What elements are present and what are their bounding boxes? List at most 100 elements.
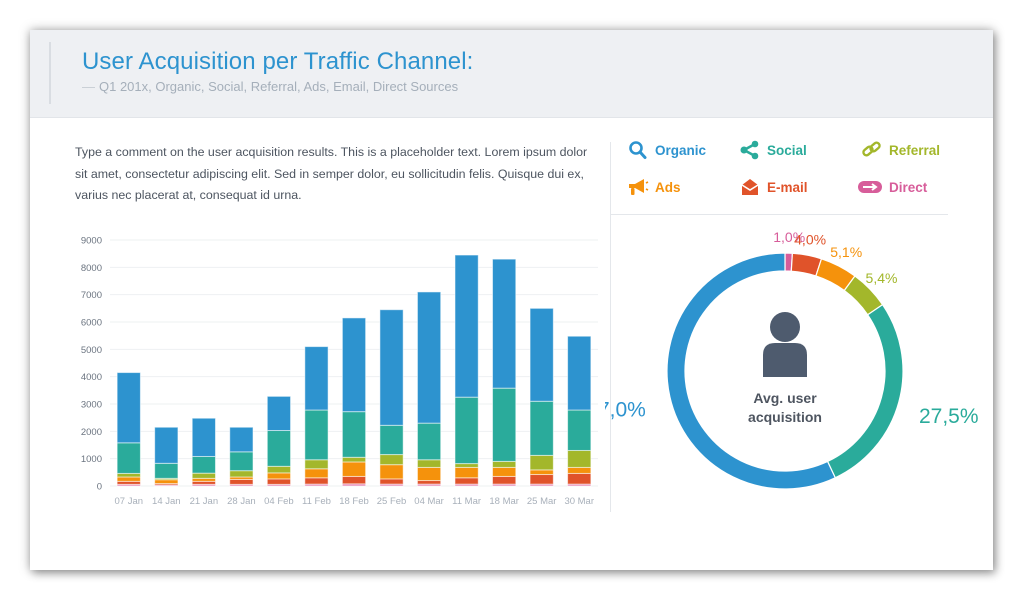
bar-segment-social — [229, 451, 254, 472]
x-tick-label: 04 Feb — [264, 496, 294, 507]
bar-segment-social — [567, 409, 592, 451]
bar-segment-social — [341, 411, 367, 458]
bar-segment-organic — [416, 291, 442, 424]
bar-segment-email — [454, 477, 479, 485]
donut-chart: 1,0%4,0%5,1%5,4%27,5%57,0%Avg. useracqui… — [605, 229, 979, 490]
x-tick-label: 21 Jan — [190, 496, 219, 507]
bar-segment-email — [266, 478, 292, 485]
page-title: User Acquisition per Traffic Channel: — [82, 48, 474, 75]
y-tick-label: 2000 — [81, 427, 102, 438]
legend-label-direct: Direct — [889, 179, 928, 195]
donut-center-line2: acquisition — [748, 409, 822, 425]
share-icon — [740, 140, 759, 160]
y-tick-label: 0 — [97, 482, 102, 493]
y-tick-label: 7000 — [81, 290, 102, 301]
subtitle-text: Q1 201x, Organic, Social, Referral, Ads,… — [99, 79, 459, 94]
donut-label-social: 27,5% — [919, 405, 979, 428]
bar-segment-social — [416, 422, 442, 461]
legend-item-ads: Ads — [627, 177, 681, 197]
x-tick-label: 30 Mar — [564, 496, 594, 507]
bar-segment-organic — [341, 317, 367, 413]
user-icon-body — [763, 343, 807, 377]
bar-segment-organic — [116, 372, 141, 444]
bar-segment-email — [416, 480, 442, 485]
bar-segment-referral — [416, 459, 442, 468]
bar-segment-referral — [529, 454, 554, 471]
bar-segment-social — [116, 442, 141, 474]
legend-label-social: Social — [767, 142, 807, 158]
legend-item-social: Social — [739, 140, 807, 160]
bar-segment-organic — [492, 258, 517, 389]
x-tick-label: 25 Feb — [377, 496, 407, 507]
bar-segment-social — [266, 430, 292, 467]
bar-segment-ads — [266, 472, 292, 480]
subtitle-dash: — — [82, 79, 95, 94]
legend-label-ads: Ads — [655, 179, 681, 195]
bar-segment-social — [154, 462, 179, 479]
bar-segment-social — [492, 387, 517, 462]
y-tick-label: 6000 — [81, 318, 102, 329]
y-tick-label: 3000 — [81, 400, 102, 411]
bar-segment-ads — [416, 466, 442, 482]
bar-segment-organic — [567, 335, 592, 411]
bar-segment-referral — [304, 459, 329, 470]
bar-segment-ads — [454, 466, 479, 479]
stacked-bar-chart: 0 1000 2000 3000 4000 5000 6000 7000 8000 9000 07 … — [81, 236, 598, 507]
bar-segment-ads — [492, 466, 517, 477]
legend-item-email: E-mail — [739, 177, 808, 197]
envelope-icon — [741, 179, 759, 195]
donut-slice-social — [826, 303, 904, 479]
legend-label-referral: Referral — [889, 142, 941, 158]
bar-segment-organic — [266, 395, 292, 432]
page-subtitle: — Q1 201x, Organic, Social, Referral, Ads… — [82, 79, 458, 94]
x-tick-label: 14 Jan — [152, 496, 181, 507]
y-tick-label: 5000 — [81, 345, 102, 356]
y-tick-label: 4000 — [81, 372, 102, 383]
bar-segment-ads — [341, 461, 367, 477]
search-icon — [629, 141, 647, 159]
bar-segment-referral — [492, 460, 517, 468]
bar-segment-email — [341, 475, 367, 485]
bar-segment-ads — [379, 464, 404, 480]
donut-label-organic: 57,0% — [605, 398, 646, 421]
bar-segment-social — [454, 396, 479, 465]
bar-segment-organic — [191, 417, 216, 457]
header-accent-bar — [49, 42, 51, 104]
bar-segment-referral — [229, 470, 254, 478]
bar-segment-organic — [229, 426, 254, 453]
donut-label-email: 4,0% — [794, 231, 826, 247]
bar-segment-social — [529, 400, 554, 456]
bar-segment-organic — [304, 346, 329, 411]
header: User Acquisition per Traffic Channel: — Q… — [30, 30, 993, 118]
donut-slice-organic — [666, 252, 837, 490]
legend-label-email: E-mail — [767, 179, 808, 195]
bar-segment-referral — [266, 465, 292, 474]
x-tick-label: 25 Mar — [527, 496, 557, 507]
link-icon — [862, 141, 881, 157]
bar-segment-social — [304, 409, 329, 461]
x-tick-label: 07 Jan — [115, 496, 144, 507]
megaphone-icon — [629, 179, 649, 195]
bar-segment-referral — [341, 456, 367, 463]
legend-item-referral: Referral — [861, 140, 940, 160]
x-tick-label: 28 Jan — [227, 496, 256, 507]
y-tick-label: 9000 — [81, 236, 102, 247]
bar-segment-referral — [191, 472, 216, 479]
bar-segment-ads — [154, 479, 179, 485]
arrow-right-icon — [858, 181, 882, 193]
bar-segment-social — [379, 424, 404, 456]
donut-label-referral: 5,4% — [866, 270, 898, 286]
bar-segment-ads — [116, 476, 141, 482]
bar-segment-social — [191, 455, 216, 474]
bar-segment-organic — [529, 307, 554, 402]
x-tick-label: 18 Mar — [489, 496, 519, 507]
bar-segment-organic — [454, 254, 479, 398]
legend-item-organic: Organic — [627, 140, 706, 160]
bar-segment-ads — [304, 468, 329, 479]
user-icon-head — [770, 312, 800, 342]
bar-segment-email — [567, 472, 592, 485]
bar-segment-ads — [529, 469, 554, 476]
x-tick-label: 11 Feb — [302, 496, 331, 507]
bar-segment-referral — [454, 463, 479, 468]
donut-label-ads: 5,1% — [830, 244, 862, 260]
